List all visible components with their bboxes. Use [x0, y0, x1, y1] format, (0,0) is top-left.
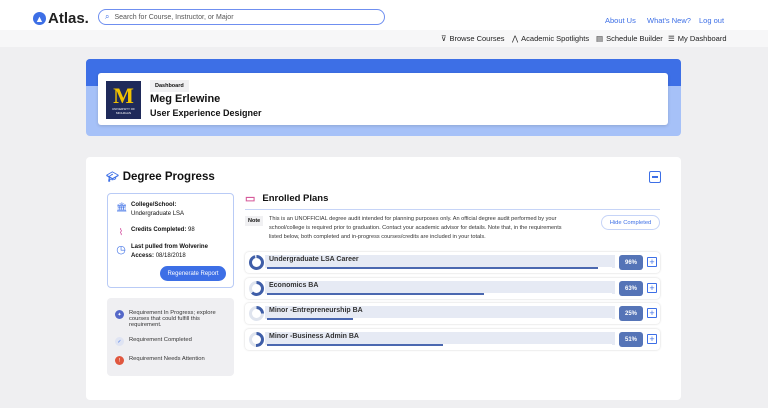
- legend-box: ✦ Requirement In Progress; explore course…: [107, 298, 234, 376]
- nav-label: My Dashboard: [677, 34, 727, 43]
- profile-name: Meg Erlewine: [150, 93, 221, 105]
- atlas-logo-icon: ▲: [33, 12, 46, 25]
- search-input[interactable]: ⌕ Search for Course, Instructor, or Major: [98, 9, 385, 25]
- expand-plus-icon[interactable]: +: [647, 334, 657, 344]
- credits-row: ⌇ Credits Completed: 98: [116, 227, 195, 238]
- progress-fill: [267, 267, 599, 269]
- plan-row[interactable]: Undergraduate LSA Career 96% +: [245, 252, 660, 273]
- plan-row[interactable]: Economics BA 63% +: [245, 278, 660, 299]
- percent-badge: 51%: [619, 332, 643, 347]
- search-placeholder: Search for Course, Instructor, or Major: [114, 13, 234, 21]
- progress-fill: [267, 318, 354, 320]
- legend-text: Requirement In Progress; explore courses…: [129, 310, 216, 328]
- progress-fill: [267, 344, 443, 346]
- expand-plus-icon[interactable]: +: [647, 283, 657, 293]
- dashboard-tag: Dashboard: [150, 80, 189, 92]
- plan-name: Minor -Business Admin BA: [269, 333, 359, 340]
- legend-text: Requirement Needs Attention: [129, 356, 205, 362]
- enrolled-plans-title: ▭ Enrolled Plans: [245, 192, 328, 205]
- college-value: Undergraduate LSA: [131, 211, 185, 217]
- profile-role: User Experience Designer: [150, 108, 262, 118]
- legend-text: Requirement Completed: [129, 337, 192, 343]
- search-icon: ⌕: [105, 12, 110, 21]
- atlas-logo[interactable]: ▲ Atlas.: [33, 10, 89, 27]
- percent-badge: 63%: [619, 281, 643, 296]
- plan-row[interactable]: Minor -Entrepreneurship BA 25% +: [245, 303, 660, 324]
- degree-progress-title: 🎓︎ Degree Progress: [106, 171, 215, 183]
- dashboard-icon: ☰: [668, 34, 675, 43]
- clock-icon: ◷: [116, 244, 126, 256]
- logo-text: Atlas.: [48, 10, 89, 27]
- building-icon: 🏛︎: [116, 202, 128, 212]
- filter-icon: ⊽: [441, 34, 447, 43]
- certificate-icon: ▭: [245, 193, 256, 205]
- college-label: College/School:: [131, 202, 177, 208]
- progress-ring: [249, 306, 264, 321]
- path-icon: ⌇: [118, 227, 124, 237]
- nav-academic-spotlights[interactable]: ⋀ Academic Spotlights: [512, 34, 589, 43]
- nav-schedule-builder[interactable]: ▤ Schedule Builder: [596, 34, 663, 43]
- progress-bar: [267, 293, 612, 295]
- collapse-button[interactable]: [649, 171, 661, 183]
- college-row: 🏛︎ College/School: Undergraduate LSA: [116, 202, 184, 220]
- credits-value: 98: [188, 227, 195, 233]
- progress-bar: [267, 267, 612, 269]
- percent-badge: 96%: [619, 255, 643, 270]
- note-tag: Note: [245, 216, 264, 226]
- nav-label: Academic Spotlights: [521, 34, 590, 43]
- hide-completed-button[interactable]: Hide Completed: [601, 215, 660, 230]
- tent-icon: ⋀: [512, 34, 519, 43]
- plan-name: Undergraduate LSA Career: [269, 256, 359, 263]
- expand-plus-icon[interactable]: +: [647, 257, 657, 267]
- progress-fill: [267, 293, 485, 295]
- title-text: Enrolled Plans: [262, 193, 329, 204]
- progress-bar: [267, 318, 612, 320]
- plan-name: Minor -Entrepreneurship BA: [269, 307, 363, 314]
- progress-ring: [249, 332, 264, 347]
- graduation-cap-icon: 🎓︎: [106, 171, 119, 183]
- in-progress-icon: ✦: [115, 310, 124, 319]
- legend-in-progress: ✦ Requirement In Progress; explore course…: [115, 310, 227, 328]
- legend-attention: ! Requirement Needs Attention: [115, 356, 205, 365]
- nav-browse-courses[interactable]: ⊽ Browse Courses: [441, 34, 505, 43]
- check-icon: ✓: [115, 337, 124, 346]
- whats-new-link[interactable]: What's New?: [647, 16, 691, 25]
- last-pulled-row: ◷ Last pulled from Wolverine Access: 08/1…: [116, 243, 226, 261]
- plan-row[interactable]: Minor -Business Admin BA 51% +: [245, 329, 660, 350]
- alert-icon: !: [115, 356, 124, 365]
- divider: [245, 209, 660, 210]
- note-text: This is an UNOFFICIAL degree audit inten…: [269, 216, 562, 240]
- log-out-link[interactable]: Log out: [699, 16, 724, 25]
- percent-badge: 25%: [619, 306, 643, 321]
- last-pulled-value: 08/18/2018: [155, 253, 186, 259]
- calendar-icon: ▤: [596, 34, 604, 43]
- title-text: Degree Progress: [122, 171, 215, 183]
- progress-ring: [249, 255, 264, 270]
- legend-completed: ✓ Requirement Completed: [115, 337, 192, 346]
- nav-my-dashboard[interactable]: ☰ My Dashboard: [668, 34, 727, 43]
- nav-label: Schedule Builder: [606, 34, 663, 43]
- student-info-box: 🏛︎ College/School: Undergraduate LSA ⌇ Cred…: [107, 193, 234, 288]
- credits-label: Credits Completed:: [131, 227, 187, 233]
- progress-bar: [267, 344, 612, 346]
- nav-label: Browse Courses: [449, 34, 505, 43]
- regenerate-report-button[interactable]: Regenerate Report: [160, 266, 226, 281]
- expand-plus-icon[interactable]: +: [647, 308, 657, 318]
- plan-name: Economics BA: [269, 282, 319, 289]
- about-us-link[interactable]: About Us: [605, 16, 636, 25]
- university-logo: M UNIVERSITY OF MICHIGAN: [106, 81, 141, 119]
- progress-ring: [249, 281, 264, 296]
